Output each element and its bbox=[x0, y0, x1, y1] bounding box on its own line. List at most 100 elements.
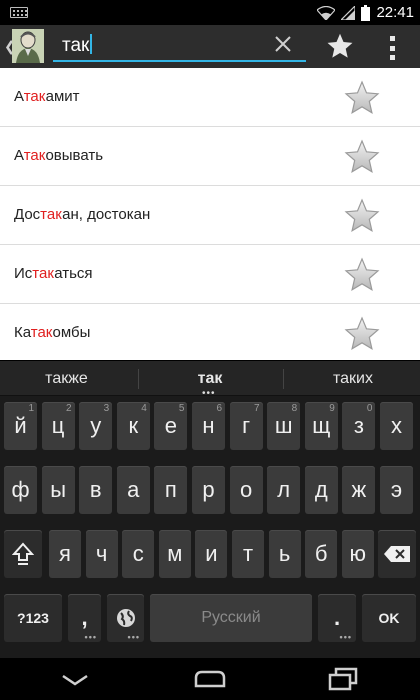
result-word-suffix: ан, достокан bbox=[62, 206, 151, 223]
letter-key[interactable]: ш8 bbox=[267, 402, 301, 450]
letter-key[interactable]: ы bbox=[41, 466, 75, 514]
backspace-icon bbox=[384, 546, 410, 562]
letter-key-label: з bbox=[353, 413, 364, 438]
letter-key[interactable]: ю bbox=[341, 530, 374, 578]
result-row[interactable]: Катакомбы bbox=[0, 304, 420, 360]
ok-key[interactable]: OK bbox=[362, 594, 416, 642]
favorite-star-icon[interactable] bbox=[344, 198, 380, 234]
letter-key[interactable]: з0 bbox=[342, 402, 376, 450]
letter-key[interactable]: д bbox=[304, 466, 338, 514]
suggestion-right[interactable]: таких bbox=[286, 361, 420, 396]
letter-key[interactable]: б bbox=[305, 530, 338, 578]
letter-key[interactable]: ф bbox=[4, 466, 37, 514]
letter-key[interactable]: л bbox=[267, 466, 301, 514]
result-row[interactable]: Достакан, достокан bbox=[0, 186, 420, 245]
letter-key[interactable]: й1 bbox=[4, 402, 37, 450]
status-bar: 22:41 bbox=[0, 0, 420, 25]
key-hint-label: 2 bbox=[66, 403, 72, 414]
period-key[interactable]: . ••• bbox=[318, 594, 356, 642]
favorite-star-icon[interactable] bbox=[344, 139, 380, 175]
text-caret bbox=[90, 34, 93, 54]
globe-icon bbox=[116, 609, 135, 627]
result-word-match: так bbox=[40, 206, 63, 223]
suggestion-strip: также так ••• таких bbox=[0, 361, 420, 399]
letter-key[interactable]: х bbox=[380, 402, 413, 450]
letter-key[interactable]: а bbox=[116, 466, 150, 514]
letter-key-label: й bbox=[14, 413, 27, 438]
letter-key-label: я bbox=[59, 541, 71, 566]
letter-key[interactable]: п bbox=[154, 466, 188, 514]
nav-back-icon[interactable] bbox=[55, 666, 95, 692]
symbols-key[interactable]: ?123 bbox=[4, 594, 62, 642]
letter-key[interactable]: к4 bbox=[116, 402, 150, 450]
result-row[interactable]: Атаковывать bbox=[0, 127, 420, 186]
shift-arrow-icon bbox=[12, 542, 34, 565]
clear-icon[interactable] bbox=[274, 35, 292, 53]
letter-key[interactable]: и bbox=[195, 530, 228, 578]
result-word-suffix: овывать bbox=[45, 147, 104, 164]
key-hint-label: 1 bbox=[28, 403, 34, 414]
favorite-star-icon[interactable] bbox=[344, 316, 380, 352]
letter-key[interactable]: о bbox=[229, 466, 263, 514]
result-word-match: так bbox=[23, 147, 46, 164]
letter-key[interactable]: н6 bbox=[192, 402, 225, 450]
favorites-star-icon[interactable] bbox=[326, 32, 354, 60]
letter-key[interactable]: с bbox=[122, 530, 155, 578]
letter-key-label: л bbox=[277, 477, 291, 502]
nav-home-icon[interactable] bbox=[190, 666, 230, 692]
result-word-prefix: Ка bbox=[14, 324, 31, 341]
result-word: Достакан, достокан bbox=[14, 206, 150, 223]
letter-key-label: х bbox=[391, 413, 402, 438]
letter-key[interactable]: я bbox=[49, 530, 81, 578]
letter-key-label: ж bbox=[351, 477, 367, 502]
letter-key-label: д bbox=[314, 477, 328, 502]
comma-key[interactable]: , ••• bbox=[68, 594, 101, 642]
search-input[interactable]: так bbox=[53, 29, 306, 62]
letter-key-label: ф bbox=[11, 477, 30, 502]
letter-key-label: в bbox=[89, 477, 102, 502]
key-hint-label: 7 bbox=[254, 403, 260, 414]
letter-key[interactable]: ж bbox=[342, 466, 376, 514]
letter-key[interactable]: г7 bbox=[229, 402, 263, 450]
letter-key[interactable]: ь bbox=[268, 530, 301, 578]
letter-key-label: с bbox=[132, 541, 144, 566]
shift-key[interactable] bbox=[4, 530, 42, 578]
letter-key-label: б bbox=[314, 541, 328, 566]
letter-key[interactable]: в bbox=[79, 466, 113, 514]
letter-key[interactable]: р bbox=[192, 466, 225, 514]
letter-key-label: ч bbox=[95, 541, 108, 566]
letter-key[interactable]: е5 bbox=[154, 402, 188, 450]
favorite-star-icon[interactable] bbox=[344, 257, 380, 293]
letter-key[interactable]: ч bbox=[85, 530, 118, 578]
result-word: Катакомбы bbox=[14, 324, 90, 341]
app-logo-icon[interactable] bbox=[12, 29, 44, 63]
overflow-menu-icon[interactable] bbox=[388, 36, 396, 60]
suggestion-divider bbox=[138, 369, 139, 389]
key-hint-label: 4 bbox=[141, 403, 147, 414]
letter-key[interactable]: у3 bbox=[79, 402, 113, 450]
suggestion-left[interactable]: также bbox=[0, 361, 133, 396]
letter-key[interactable]: ц2 bbox=[41, 402, 75, 450]
language-globe-key[interactable]: ••• bbox=[107, 594, 144, 642]
letter-key[interactable]: м bbox=[158, 530, 191, 578]
comma-key-label: , bbox=[81, 605, 88, 630]
search-input-value: так bbox=[62, 35, 90, 56]
nav-recents-icon[interactable] bbox=[322, 666, 362, 692]
backspace-key[interactable] bbox=[378, 530, 416, 578]
favorite-star-icon[interactable] bbox=[344, 80, 380, 116]
letter-key-label: и bbox=[205, 541, 218, 566]
result-row[interactable]: Атакамит bbox=[0, 68, 420, 127]
letter-key[interactable]: т bbox=[232, 530, 264, 578]
key-hint-label: 6 bbox=[216, 403, 222, 414]
letter-key-label: н bbox=[202, 413, 215, 438]
period-key-label: . bbox=[333, 605, 341, 630]
navigation-bar bbox=[0, 658, 420, 700]
space-key[interactable]: Русский bbox=[150, 594, 312, 642]
wifi-icon bbox=[317, 5, 336, 20]
result-row[interactable]: Истакаться bbox=[0, 245, 420, 304]
letter-key[interactable]: э bbox=[380, 466, 413, 514]
letter-key-label: е bbox=[164, 413, 178, 438]
letter-key[interactable]: щ9 bbox=[304, 402, 338, 450]
battery-icon bbox=[361, 4, 371, 21]
letter-key-label: ц bbox=[51, 413, 65, 438]
